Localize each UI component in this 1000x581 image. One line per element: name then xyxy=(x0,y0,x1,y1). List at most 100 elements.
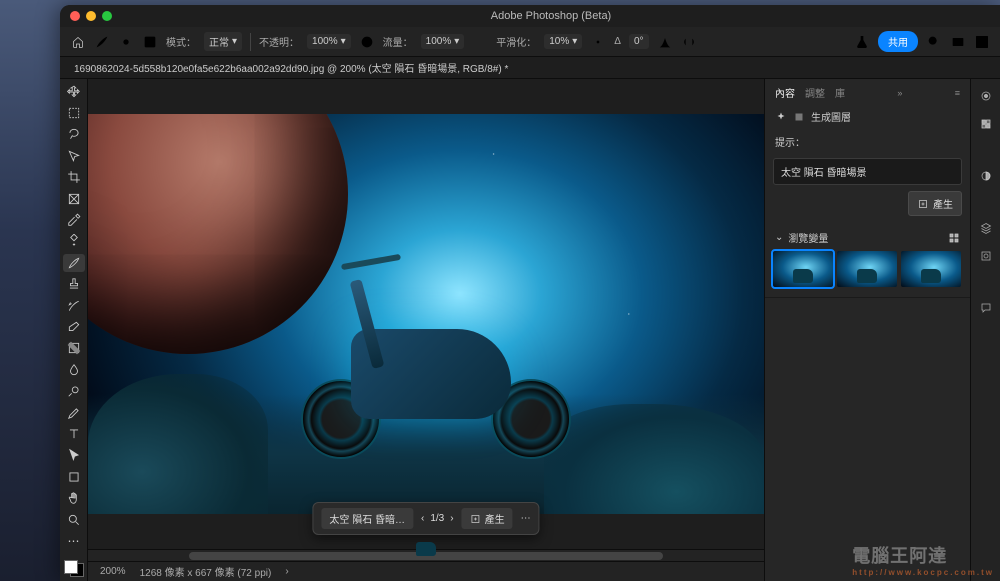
variation-thumb-3[interactable] xyxy=(901,251,961,287)
panel-menu-icon[interactable]: ≡ xyxy=(955,88,960,98)
canvas-area: 太空 隕石 昏暗… ‹ 1/3 › 產生 ⋯ 200% 1268 像素 x 66… xyxy=(88,79,764,581)
window-title: Adobe Photoshop (Beta) xyxy=(112,10,990,22)
status-chevron[interactable]: › xyxy=(285,566,288,577)
adjustments-panel-icon[interactable] xyxy=(977,167,995,185)
path-select-tool[interactable] xyxy=(63,447,85,464)
channels-panel-icon[interactable] xyxy=(977,247,995,265)
contextual-task-bar: 太空 隕石 昏暗… ‹ 1/3 › 產生 ⋯ xyxy=(312,502,539,535)
symmetry-icon[interactable] xyxy=(681,34,697,50)
brush-tool-icon[interactable] xyxy=(94,34,110,50)
stamp-tool[interactable] xyxy=(63,276,85,293)
smooth-label: 平滑化： xyxy=(496,34,536,49)
chevron-down-icon: ⌄ xyxy=(775,232,783,243)
quick-select-tool[interactable] xyxy=(63,147,85,164)
angle-input[interactable]: 0° xyxy=(629,34,649,49)
tools-panel: ⋯ xyxy=(60,79,88,581)
share-button[interactable]: 共用 xyxy=(878,31,918,52)
doc-info[interactable]: 1268 像素 x 667 像素 (72 ppi) xyxy=(140,564,272,579)
zoom-window-button[interactable] xyxy=(102,11,112,21)
tab-libraries[interactable]: 庫 xyxy=(835,85,845,100)
sparkle-icon xyxy=(775,111,787,123)
healing-tool[interactable] xyxy=(63,233,85,250)
zoom-tool[interactable] xyxy=(63,511,85,528)
lasso-tool[interactable] xyxy=(63,126,85,143)
generate-button[interactable]: 產生 xyxy=(908,191,962,216)
brush-tool[interactable] xyxy=(63,254,85,271)
variations-header[interactable]: ⌄ 瀏覽變量 xyxy=(765,224,970,251)
pen-tool[interactable] xyxy=(63,404,85,421)
marquee-tool[interactable] xyxy=(63,104,85,121)
swatches-panel-icon[interactable] xyxy=(977,115,995,133)
eyedropper-tool[interactable] xyxy=(63,211,85,228)
gradient-tool[interactable] xyxy=(63,340,85,357)
type-tool[interactable] xyxy=(63,425,85,442)
flow-input[interactable]: 100%▾ xyxy=(421,34,465,49)
color-panel-icon[interactable] xyxy=(977,87,995,105)
status-bar: 200% 1268 像素 x 667 像素 (72 ppi) › xyxy=(88,561,764,581)
variation-thumbnails xyxy=(765,251,970,297)
close-window-button[interactable] xyxy=(70,11,80,21)
flow-label: 流量： xyxy=(383,34,413,49)
edit-toolbar[interactable]: ⋯ xyxy=(63,532,85,549)
blur-tool[interactable] xyxy=(63,361,85,378)
app-window: Adobe Photoshop (Beta) 模式： 正常▾ 不透明： 100%… xyxy=(60,5,1000,581)
window-controls xyxy=(70,11,112,21)
ctx-next-button[interactable]: › xyxy=(450,513,453,524)
opacity-pressure-icon[interactable] xyxy=(359,34,375,50)
properties-panel: 內容 調整 庫 » ≡ 生成圖層 提示： 太空 隕石 昏暗場景 產生 xyxy=(764,79,970,581)
grid-view-icon[interactable] xyxy=(948,232,960,244)
smoothing-options-icon[interactable] xyxy=(590,34,606,50)
airbrush-icon[interactable] xyxy=(472,34,488,50)
brush-preset-icon[interactable] xyxy=(118,34,134,50)
move-tool[interactable] xyxy=(63,83,85,100)
hint-label: 提示： xyxy=(765,129,970,154)
ctx-counter: 1/3 xyxy=(430,513,444,524)
ctx-variation-nav: ‹ 1/3 › xyxy=(421,513,454,524)
eraser-tool[interactable] xyxy=(63,318,85,335)
angle-label: Δ xyxy=(614,36,621,47)
ctx-prompt-chip[interactable]: 太空 隕石 昏暗… xyxy=(321,508,413,529)
brush-settings-icon[interactable] xyxy=(142,34,158,50)
generative-layer-row: 生成圖層 xyxy=(765,104,970,129)
ctx-more-button[interactable]: ⋯ xyxy=(521,513,531,524)
smoothing-input[interactable]: 10%▾ xyxy=(544,34,582,49)
document-tab[interactable]: 1690862024-5d558b120e0fa5e622b6aa002a92d… xyxy=(60,57,1000,79)
titlebar: Adobe Photoshop (Beta) xyxy=(60,5,1000,27)
minimize-window-button[interactable] xyxy=(86,11,96,21)
opacity-input[interactable]: 100%▾ xyxy=(307,34,351,49)
blend-mode-select[interactable]: 正常▾ xyxy=(204,32,242,51)
canvas-artwork xyxy=(88,114,764,514)
ctx-prev-button[interactable]: ‹ xyxy=(421,513,424,524)
prompt-input[interactable]: 太空 隕石 昏暗場景 xyxy=(773,158,962,185)
mode-label: 模式： xyxy=(166,34,196,49)
panel-collapse-icon[interactable]: » xyxy=(897,88,902,98)
main-area: ⋯ 太空 隕石 昏暗… ‹ 1/3 xyxy=(60,79,1000,581)
crop-tool[interactable] xyxy=(63,169,85,186)
horizontal-scrollbar[interactable] xyxy=(88,549,764,561)
cloud-docs-icon[interactable] xyxy=(950,34,966,50)
gen-layer-label: 生成圖層 xyxy=(811,109,851,124)
comments-panel-icon[interactable] xyxy=(977,299,995,317)
ctx-generate-button[interactable]: 產生 xyxy=(462,508,513,529)
workspace-icon[interactable] xyxy=(974,34,990,50)
tab-adjustments[interactable]: 調整 xyxy=(805,85,825,100)
search-icon[interactable] xyxy=(926,34,942,50)
canvas-viewport[interactable]: 太空 隕石 昏暗… ‹ 1/3 › 產生 ⋯ xyxy=(88,79,764,549)
pressure-size-icon[interactable] xyxy=(657,34,673,50)
tab-content[interactable]: 內容 xyxy=(775,85,795,100)
document-tab-label: 1690862024-5d558b120e0fa5e622b6aa002a92d… xyxy=(74,60,508,75)
shape-tool[interactable] xyxy=(63,468,85,485)
frame-tool[interactable] xyxy=(63,190,85,207)
layers-panel-icon[interactable] xyxy=(977,219,995,237)
beaker-icon[interactable] xyxy=(854,34,870,50)
variation-thumb-1[interactable] xyxy=(773,251,833,287)
variation-thumb-2[interactable] xyxy=(837,251,897,287)
hand-tool[interactable] xyxy=(63,489,85,506)
zoom-level[interactable]: 200% xyxy=(100,566,126,577)
options-bar: 模式： 正常▾ 不透明： 100%▾ 流量： 100%▾ 平滑化： 10%▾ Δ… xyxy=(60,27,1000,57)
home-icon[interactable] xyxy=(70,34,86,50)
history-brush-tool[interactable] xyxy=(63,297,85,314)
layer-icon xyxy=(793,111,805,123)
dodge-tool[interactable] xyxy=(63,382,85,399)
color-swatches[interactable] xyxy=(64,560,84,577)
